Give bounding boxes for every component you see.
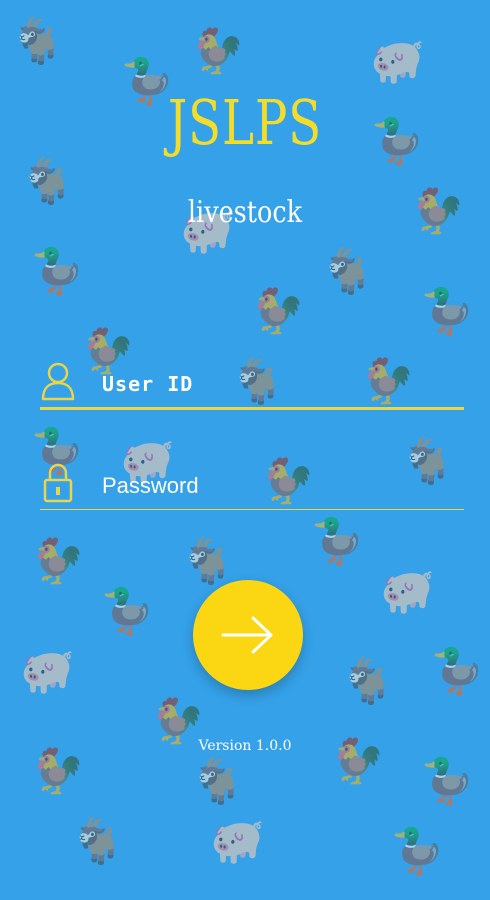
version-label: Version 1.0.0	[198, 738, 292, 754]
user-id-input[interactable]	[102, 369, 464, 399]
password-field[interactable]	[40, 461, 464, 510]
password-input[interactable]	[102, 471, 464, 501]
app-subtitle: livestock	[187, 195, 303, 230]
user-id-field[interactable]	[40, 362, 464, 410]
app-title: JSLPS	[167, 86, 323, 159]
login-submit-button[interactable]	[193, 580, 303, 690]
user-outline-icon	[40, 359, 76, 401]
arrow-right-icon	[221, 616, 273, 654]
padlock-icon	[40, 461, 76, 503]
